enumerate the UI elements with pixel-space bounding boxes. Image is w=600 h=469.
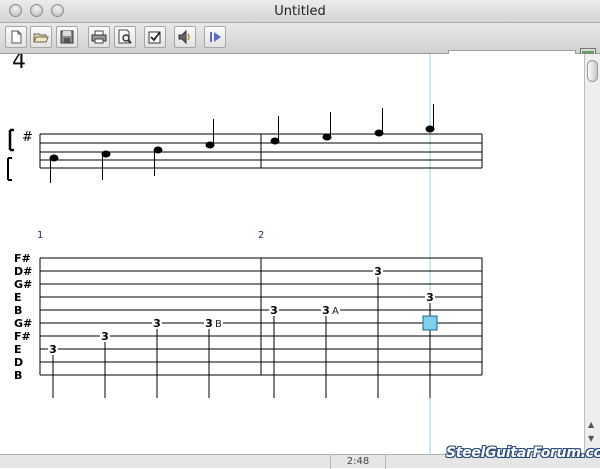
print-icon: [91, 30, 107, 44]
string-labels: F#D#G#EBG#F#EDB: [14, 252, 32, 382]
watermark-text: SteelGuitarForum.com: [446, 445, 600, 461]
pedal-mark: A: [332, 306, 339, 317]
fret-number[interactable]: 3: [205, 317, 213, 330]
scroll-down-arrow[interactable]: ▼: [588, 434, 594, 443]
check-button[interactable]: [144, 26, 166, 48]
fret-number[interactable]: 3: [374, 265, 382, 278]
score-canvas[interactable]: 4 # 1 2 F# D# G# E B G# F# E D B 3 3 3 3…: [0, 54, 584, 454]
string-label: D: [14, 356, 23, 369]
tab-notes: 333 3 B3 3 A33: [48, 265, 435, 398]
speaker-icon: [178, 29, 190, 45]
tab-staff: [39, 257, 483, 376]
string-label: E: [14, 343, 22, 356]
fret-number[interactable]: 3: [153, 317, 161, 330]
staff-bracket: [7, 128, 14, 181]
string-label: G#: [14, 278, 32, 291]
print-preview-button[interactable]: [114, 26, 136, 48]
new-document-icon: [11, 30, 22, 44]
string-label: B: [14, 304, 22, 317]
checkbox-icon: [148, 31, 161, 44]
string-label: E: [14, 291, 22, 304]
window-title: Untitled: [274, 4, 326, 19]
time-signature: 4: [12, 54, 26, 74]
fret-number[interactable]: 3: [270, 304, 278, 317]
time-display: 2:48: [330, 455, 386, 469]
key-signature: #: [22, 130, 33, 145]
string-label: G#: [14, 317, 32, 330]
save-disk-icon: [60, 30, 74, 44]
print-preview-icon: [118, 29, 132, 44]
string-label: F#: [14, 330, 31, 343]
sound-button[interactable]: [174, 26, 196, 48]
measure-number: 1: [37, 230, 43, 241]
open-folder-icon: [33, 33, 49, 43]
open-button[interactable]: [30, 26, 52, 48]
measure-number: 2: [258, 230, 264, 241]
score-svg[interactable]: 4 # 1 2 F#D#G#EBG#F#EDB 333 3 B3 3 A33: [0, 54, 584, 454]
scroll-thumb[interactable]: [587, 60, 598, 82]
scroll-up-arrow[interactable]: ▲: [588, 420, 594, 429]
title-bar: Untitled: [0, 0, 600, 23]
print-button[interactable]: [88, 26, 110, 48]
play-button[interactable]: [204, 26, 226, 48]
selection-cursor[interactable]: [422, 315, 438, 331]
string-label: F#: [14, 252, 31, 265]
string-label: D#: [14, 265, 32, 278]
fret-number[interactable]: 3: [322, 304, 330, 317]
toolbar: Pedal Steel Guita: [0, 23, 600, 72]
pedal-mark: B: [215, 319, 222, 330]
new-document-button[interactable]: [5, 26, 27, 48]
fret-number[interactable]: 3: [426, 291, 434, 304]
vertical-scrollbar[interactable]: ▲ ▼: [584, 54, 600, 454]
fret-number[interactable]: 3: [49, 343, 57, 356]
string-label: B: [14, 369, 22, 382]
play-icon: [210, 32, 221, 42]
fret-number[interactable]: 3: [101, 330, 109, 343]
save-button[interactable]: [56, 26, 78, 48]
